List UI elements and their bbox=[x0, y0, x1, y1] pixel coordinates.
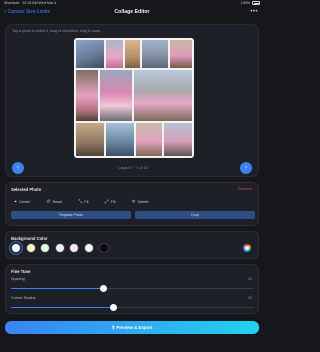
color-swatch[interactable] bbox=[11, 243, 21, 253]
collage-photo[interactable] bbox=[76, 40, 104, 68]
button-label: Preview & Export bbox=[116, 325, 153, 330]
page-title: Collage Editor bbox=[114, 9, 150, 15]
nav-bar: ‹ Canvas Size Limits Collage Editor ••• bbox=[0, 7, 264, 19]
preview-export-button[interactable]: ⬆ Preview & Export bbox=[5, 321, 259, 334]
collage-photo[interactable] bbox=[106, 123, 134, 156]
corner-radius-slider[interactable] bbox=[11, 304, 254, 311]
spacing-slider[interactable] bbox=[11, 285, 254, 292]
center-icon: ⌖ bbox=[14, 199, 17, 205]
collage-canvas-card: Tap a photo to select it, drag to reposi… bbox=[5, 24, 259, 177]
corner-radius-slider-thumb[interactable] bbox=[109, 304, 117, 311]
collage-photo[interactable] bbox=[136, 123, 162, 156]
replace-photo-button[interactable]: Replace Photo bbox=[11, 211, 131, 219]
center-button[interactable]: ⌖ Center bbox=[14, 199, 30, 205]
fit-icon: ⤡ bbox=[78, 199, 83, 205]
battery-icon bbox=[252, 1, 260, 5]
collage-photo[interactable] bbox=[76, 123, 104, 156]
corner-radius-label: Corner Radius bbox=[11, 296, 36, 300]
reset-icon: ↺ bbox=[46, 199, 51, 205]
color-swatch[interactable] bbox=[83, 243, 94, 253]
collage-photo[interactable] bbox=[100, 70, 132, 121]
color-swatches bbox=[11, 243, 113, 253]
color-swatch[interactable] bbox=[25, 243, 36, 253]
fit-button[interactable]: ⤡ Fit bbox=[78, 199, 88, 205]
color-swatch[interactable] bbox=[69, 243, 80, 253]
status-time: Shortcuts · 12:19 AM Wed Mar 4 bbox=[4, 1, 57, 5]
collage-photo[interactable] bbox=[170, 40, 192, 68]
spacing-slider-thumb[interactable] bbox=[99, 285, 107, 292]
tool-label: Fit bbox=[84, 200, 89, 204]
collage-photo[interactable] bbox=[76, 70, 98, 121]
photo-tools: ⌖ Center ↺ Reset ⤡ Fit ⤢ Fill ✕ Delete bbox=[14, 199, 165, 205]
collage-photo[interactable] bbox=[134, 70, 192, 121]
spacing-value: 24 bbox=[247, 277, 252, 281]
layout-pager-label: Layout 7 · 7 of 15 bbox=[118, 166, 148, 170]
collage-photo[interactable] bbox=[142, 40, 168, 68]
background-color-card: Background Color bbox=[5, 231, 259, 259]
spacing-label: Spacing bbox=[11, 277, 25, 281]
crop-button[interactable]: Crop bbox=[135, 211, 255, 219]
next-layout-button[interactable]: › bbox=[240, 162, 252, 174]
status-right: 100% bbox=[241, 1, 260, 5]
delete-button[interactable]: ✕ Delete bbox=[131, 199, 148, 205]
fine-tune-card: Fine Tune Spacing 24 Corner Radius 28 bbox=[5, 264, 259, 314]
corner-radius-slider-fill bbox=[11, 307, 114, 309]
delete-icon: ✕ bbox=[131, 199, 136, 205]
tool-label: Reset bbox=[52, 200, 63, 204]
canvas-hint: Tap a photo to select it, drag to reposi… bbox=[12, 29, 105, 33]
reset-button[interactable]: ↺ Reset bbox=[46, 199, 62, 205]
color-swatch[interactable] bbox=[98, 243, 109, 253]
color-swatch[interactable] bbox=[54, 243, 65, 253]
collage-photo[interactable] bbox=[106, 40, 123, 68]
collage-photo[interactable] bbox=[164, 123, 192, 156]
fill-icon: ⤢ bbox=[104, 199, 109, 205]
color-picker-icon[interactable] bbox=[243, 244, 251, 252]
collage-preview[interactable] bbox=[74, 38, 194, 158]
tool-label: Fill bbox=[110, 200, 116, 204]
corner-radius-value: 28 bbox=[247, 296, 252, 300]
section-title: Fine Tune bbox=[11, 269, 31, 274]
section-title: Background Color bbox=[11, 236, 48, 241]
selected-photo-card: Selected Photo Remove ⌖ Center ↺ Reset ⤡… bbox=[5, 182, 259, 226]
battery-percent: 100% bbox=[240, 1, 250, 5]
more-icon[interactable]: ••• bbox=[250, 9, 258, 15]
section-title: Selected Photo bbox=[11, 187, 42, 192]
spacing-slider-fill bbox=[11, 288, 104, 290]
remove-button[interactable]: Remove bbox=[238, 187, 252, 191]
tool-label: Center bbox=[18, 200, 31, 204]
color-swatch[interactable] bbox=[40, 243, 51, 253]
tool-label: Delete bbox=[137, 200, 149, 204]
status-bar: Shortcuts · 12:19 AM Wed Mar 4 100% bbox=[0, 0, 264, 6]
fill-button[interactable]: ⤢ Fill bbox=[105, 199, 116, 205]
collage-photo[interactable] bbox=[125, 40, 140, 68]
